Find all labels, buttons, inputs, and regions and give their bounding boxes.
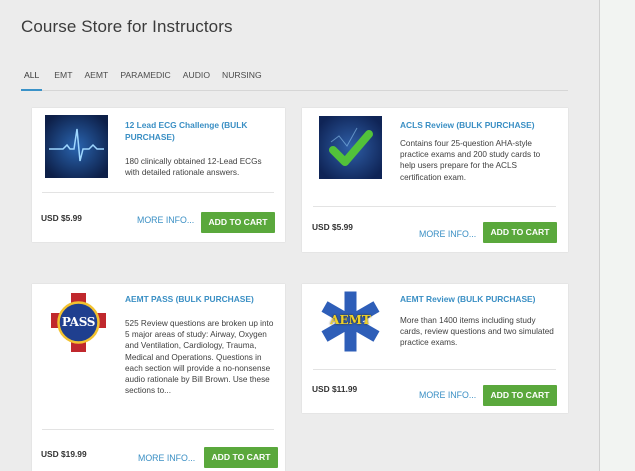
more-info-link[interactable]: MORE INFO... [419, 229, 476, 239]
pass-badge-text: PASS [61, 315, 96, 329]
tab-all[interactable]: ALL [21, 70, 43, 91]
category-tabs: ALL EMT AEMT PARAMEDIC AUDIO NURSING [21, 70, 568, 91]
checkmark-icon[interactable] [319, 116, 382, 179]
more-info-link[interactable]: MORE INFO... [137, 215, 194, 225]
card-divider [313, 369, 556, 370]
aemt-badge-text: AEMT [330, 313, 371, 327]
product-price: USD $19.99 [41, 449, 87, 459]
add-to-cart-button[interactable]: ADD TO CART [483, 385, 557, 406]
right-gutter [600, 0, 635, 471]
card-divider [313, 206, 556, 207]
product-price: USD $5.99 [312, 222, 353, 232]
product-description: 180 clinically obtained 12-Lead ECGs wit… [125, 157, 262, 178]
product-description: 525 Review questions are broken up into … [125, 319, 274, 396]
product-card-acls: ACLS Review (BULK PURCHASE) Contains fou… [302, 108, 568, 252]
star-of-life-aemt-icon[interactable]: AEMT [319, 290, 382, 353]
add-to-cart-button[interactable]: ADD TO CART [483, 222, 557, 243]
product-title[interactable]: ACLS Review (BULK PURCHASE) [400, 119, 550, 131]
pass-badge-icon[interactable]: PASS [47, 291, 110, 354]
tab-emt[interactable]: EMT [54, 70, 72, 89]
card-divider [42, 429, 274, 430]
page-title: Course Store for Instructors [21, 17, 233, 36]
product-title[interactable]: AEMT Review (BULK PURCHASE) [400, 293, 550, 305]
product-price: USD $11.99 [312, 384, 358, 394]
product-title[interactable]: 12 Lead ECG Challenge (BULK PURCHASE) [125, 119, 265, 143]
ecg-heartbeat-icon[interactable] [45, 115, 108, 178]
tab-aemt[interactable]: AEMT [84, 70, 108, 89]
product-description: Contains four 25-question AHA-style prac… [400, 139, 541, 182]
product-price: USD $5.99 [41, 213, 82, 223]
product-card-aemt-pass: PASS AEMT PASS (BULK PURCHASE) 525 Revie… [32, 284, 285, 471]
add-to-cart-button[interactable]: ADD TO CART [204, 447, 278, 468]
product-description: More than 1400 items including study car… [400, 316, 554, 348]
product-title[interactable]: AEMT PASS (BULK PURCHASE) [125, 293, 275, 305]
product-card-aemt-review: AEMT AEMT Review (BULK PURCHASE) More th… [302, 284, 568, 413]
tab-nursing[interactable]: NURSING [222, 70, 262, 89]
product-card-ecg: 12 Lead ECG Challenge (BULK PURCHASE) 18… [32, 108, 285, 242]
add-to-cart-button[interactable]: ADD TO CART [201, 212, 275, 233]
tab-audio[interactable]: AUDIO [183, 70, 210, 89]
tab-paramedic[interactable]: PARAMEDIC [120, 70, 170, 89]
card-divider [42, 192, 274, 193]
more-info-link[interactable]: MORE INFO... [138, 453, 195, 463]
store-panel: Course Store for Instructors ALL EMT AEM… [0, 0, 600, 471]
more-info-link[interactable]: MORE INFO... [419, 390, 476, 400]
